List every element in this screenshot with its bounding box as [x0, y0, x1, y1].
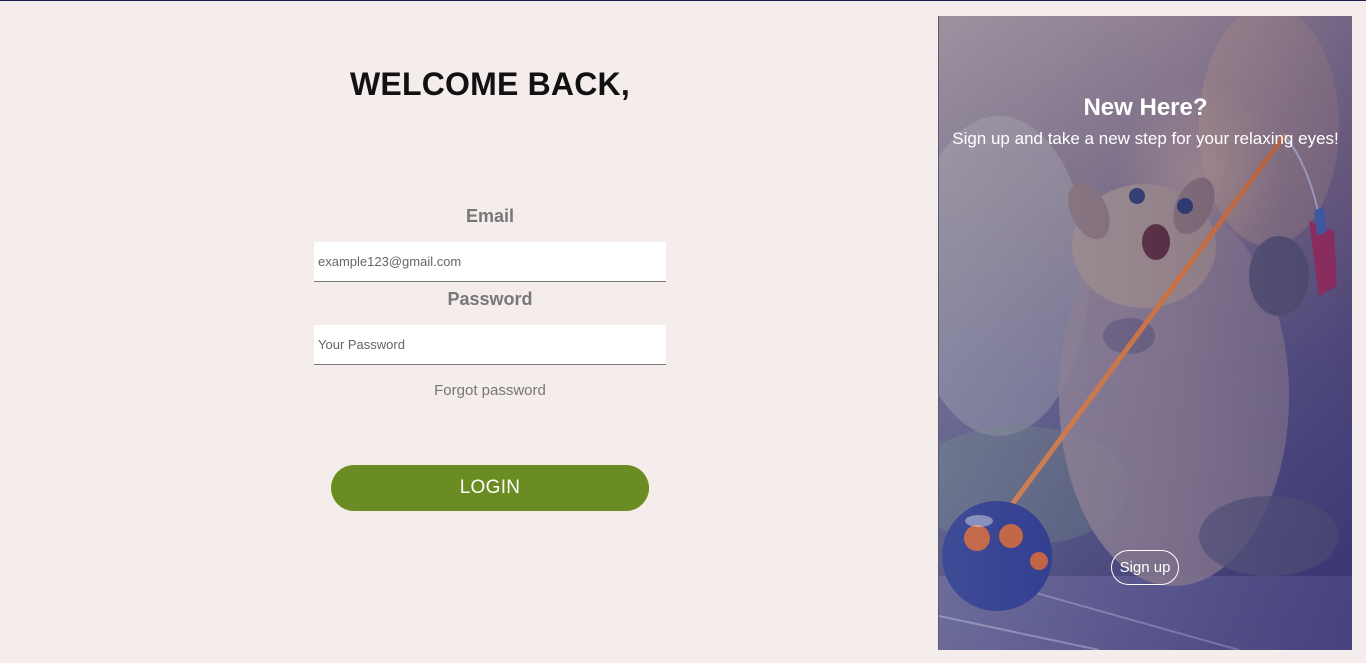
signup-title: New Here? [1083, 94, 1208, 121]
login-panel: WELCOME BACK, Email Password Forgot pass… [0, 0, 938, 663]
signup-panel: New Here? Sign up and take a new step fo… [938, 16, 1352, 650]
email-label: Email [465, 206, 515, 226]
welcome-title: WELCOME BACK, [350, 66, 630, 102]
password-input[interactable] [314, 325, 666, 365]
signup-button[interactable]: Sign up [1111, 550, 1179, 585]
password-label: Password [447, 289, 533, 309]
signup-description: Sign up and take a new step for your rel… [952, 129, 1339, 148]
login-button[interactable]: LOGIN [331, 465, 649, 511]
email-input[interactable] [314, 242, 666, 282]
forgot-password-link[interactable]: Forgot password [314, 382, 666, 399]
